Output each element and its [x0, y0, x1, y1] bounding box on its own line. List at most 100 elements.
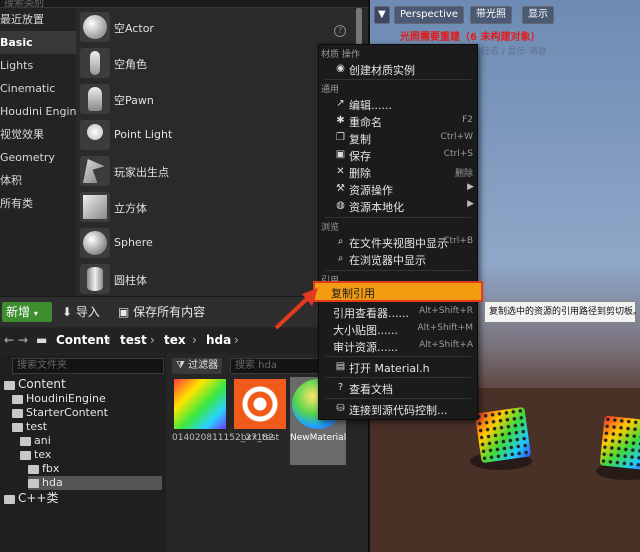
cube-icon [80, 192, 110, 222]
scene-cube[interactable] [599, 415, 640, 471]
actor-item[interactable]: Point Light [76, 118, 354, 154]
category-search-input[interactable]: 搜索类别 [0, 0, 368, 9]
save-all-button[interactable]: ▣ 保存所有内容 [118, 302, 205, 322]
menu-item-label: 编辑...... [349, 99, 392, 112]
asset-tile[interactable]: 014020811152_27182 [172, 377, 274, 465]
houdini-asset-icon [234, 379, 286, 429]
actor-item[interactable]: 玩家出生点 [76, 154, 354, 190]
folder-search-input[interactable]: 搜索文件夹 [12, 358, 164, 374]
tree-node[interactable]: test [12, 420, 47, 434]
breadcrumb-item[interactable]: test [120, 333, 147, 347]
actor-item[interactable]: 空角色 [76, 46, 354, 82]
folder-icon [28, 464, 39, 474]
copy-reference-tooltip: 复制选中的资源的引用路径到剪切板。 [484, 301, 640, 323]
tree-node[interactable]: tex [20, 448, 51, 462]
asset-tile[interactable]: bxx_test [232, 377, 288, 465]
breadcrumb-item[interactable]: tex [164, 333, 186, 347]
actor-item[interactable]: 空Pawn [76, 82, 354, 118]
asset-name: NewMaterial [290, 433, 347, 443]
lit-mode-button[interactable]: 带光照 [470, 6, 512, 24]
menu-shortcut: Alt+Shift+A [419, 340, 473, 350]
rename-item[interactable]: ✱ 重命名 F2 [319, 112, 477, 129]
folder-icon [12, 422, 23, 432]
menu-shortcut: F2 [462, 115, 473, 125]
open-material-h-item[interactable]: ▤ 打开 Material.h [319, 358, 477, 375]
filters-button[interactable]: ⧩ 过滤器 [172, 358, 223, 374]
folder-icon: ▬ [36, 333, 48, 347]
audit-assets-item[interactable]: 审计资源...... Alt+Shift+A [319, 337, 477, 354]
tree-node-label: test [26, 420, 48, 433]
search-icon: ⌕ [337, 253, 344, 264]
copy-reference-item[interactable]: 复制引用 [313, 281, 483, 302]
point-light-icon [80, 120, 110, 150]
lighting-rebuild-warning: 光照需要重建（6 未构建对象） [400, 32, 541, 43]
view-docs-item[interactable]: ? 查看文档 [319, 379, 477, 396]
category-item[interactable]: 最近放置 [0, 8, 76, 31]
category-item[interactable]: Basic [0, 31, 76, 54]
folder-icon [20, 450, 31, 460]
menu-shortcut: 删除 [454, 169, 473, 179]
place-actors-panel: 搜索类别 最近放置 Basic Lights Cinematic Houdini… [0, 0, 368, 298]
back-icon[interactable]: ← [4, 333, 14, 347]
breadcrumb-item[interactable]: Content [56, 333, 110, 347]
menu-item-label: 在文件夹视图中显示 [349, 237, 448, 250]
tree-node[interactable]: StarterContent [12, 406, 108, 420]
show-in-folder-item[interactable]: ⌕ 在文件夹视图中显示 Ctrl+B [319, 233, 477, 250]
menu-item-label: 创建材质实例 [349, 64, 415, 77]
perspective-button[interactable]: Perspective [394, 6, 464, 24]
actor-label: Sphere [114, 236, 153, 249]
connect-source-control-item[interactable]: ⛁ 连接到源代码控制... [319, 400, 477, 417]
help-icon[interactable]: ? [334, 25, 346, 37]
menu-shortcut: Alt+Shift+R [419, 306, 473, 316]
folder-icon [20, 436, 31, 446]
duplicate-item[interactable]: ❐ 复制 Ctrl+W [319, 129, 477, 146]
menu-shortcut: Alt+Shift+M [417, 323, 474, 333]
save-item[interactable]: ▣ 保存 Ctrl+S [319, 146, 477, 163]
tree-node[interactable]: Content [4, 377, 66, 391]
size-map-item[interactable]: 大小贴图...... Alt+Shift+M [319, 320, 477, 337]
tree-node[interactable]: ani [20, 434, 51, 448]
menu-item-label: 连接到源代码控制... [349, 404, 448, 417]
asset-actions-item[interactable]: ⚒ 资源操作 ▶ [319, 180, 477, 197]
menu-item-label: 保存 [349, 150, 371, 163]
tree-node-label: tex [34, 448, 52, 461]
actor-item[interactable]: Sphere [76, 226, 354, 262]
edit-item[interactable]: ↗ 编辑...... [319, 95, 477, 112]
import-label: 导入 [75, 305, 100, 319]
asset-localization-item[interactable]: ◍ 资源本地化 ▶ [319, 197, 477, 214]
edit-icon: ↗ [336, 98, 345, 109]
add-new-button[interactable]: 新增 ▾ [2, 302, 52, 322]
menu-item-label: 引用查看器...... [333, 307, 409, 320]
category-item[interactable]: Geometry [0, 146, 76, 169]
show-button[interactable]: 显示 [522, 6, 554, 24]
actor-label: 空Actor [114, 22, 154, 35]
actor-item[interactable]: 空Actor ? [76, 10, 354, 46]
category-item[interactable]: Houdini Engine [0, 100, 76, 123]
actor-item[interactable]: 立方体 [76, 190, 354, 226]
viewport-menu-button[interactable]: ▼ [374, 6, 390, 24]
reference-viewer-item[interactable]: 引用查看器...... Alt+Shift+R [319, 303, 477, 320]
tree-node[interactable]: fbx [28, 462, 59, 476]
cylinder-icon [80, 264, 110, 294]
filter-icon: ⧩ [176, 360, 185, 371]
scene-cube[interactable] [474, 406, 532, 464]
tree-node[interactable]: HoudiniEngine [12, 392, 106, 406]
forward-icon[interactable]: → [18, 333, 28, 347]
character-icon [80, 48, 110, 78]
save-all-label: 保存所有内容 [133, 305, 206, 319]
show-in-explorer-item[interactable]: ⌕ 在浏览器中显示 [319, 250, 477, 267]
category-item[interactable]: 所有类 [0, 192, 76, 215]
category-item[interactable]: 视觉效果 [0, 123, 76, 146]
tree-node-selected[interactable]: hda [28, 476, 162, 490]
import-button[interactable]: ⬇ 导入 [62, 302, 100, 322]
search-icon: ⌕ [337, 236, 344, 247]
category-item[interactable]: 体积 [0, 169, 76, 192]
delete-item[interactable]: ✕ 删除 删除 [319, 163, 477, 180]
menu-item-label: 审计资源...... [333, 341, 398, 354]
breadcrumb-item[interactable]: hda [206, 333, 231, 347]
category-item[interactable]: Cinematic [0, 77, 76, 100]
tree-node[interactable]: C++类 [4, 491, 59, 505]
actor-label: 立方体 [114, 202, 147, 215]
create-material-instance-item[interactable]: ◉ 创建材质实例 [319, 60, 477, 77]
category-item[interactable]: Lights [0, 54, 76, 77]
